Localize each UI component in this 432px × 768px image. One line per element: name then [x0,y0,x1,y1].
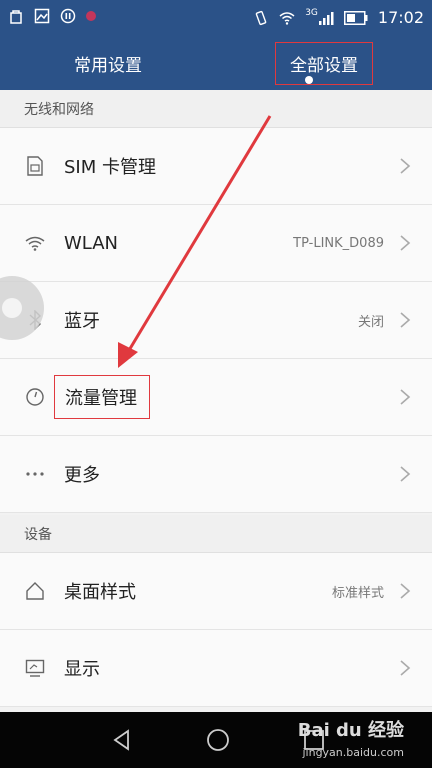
settings-item-label: 桌面样式 [64,582,136,603]
settings-item-wlan[interactable]: WLAN TP-LINK_D089 [0,205,432,282]
settings-tab-bar: 常用设置 全部设置 [0,36,432,90]
clock: 17:02 [377,8,424,27]
wifi-icon [24,232,46,254]
battery-icon [343,10,368,25]
active-tab-indicator [305,76,313,84]
back-icon[interactable] [108,726,136,754]
watermark-url: jingyan.baidu.com [302,746,404,759]
tab-all-settings[interactable]: 全部设置 [216,36,432,90]
settings-item-more[interactable]: 更多 [0,436,432,513]
watermark-text: Bai du 经验 [297,720,404,741]
data-gauge-icon [24,386,46,408]
section-header-device: 设备 [0,515,432,553]
tab-all-settings-label: 全部设置 [275,41,373,85]
tab-common-settings[interactable]: 常用设置 [0,36,216,90]
signal-icon [318,11,334,25]
chevron-right-icon [400,235,411,251]
chevron-right-icon [400,583,411,599]
settings-item-label: 显示 [64,659,100,680]
chevron-right-icon [400,660,411,676]
section-header-wireless: 无线和网络 [0,90,432,128]
settings-item-home-style[interactable]: 桌面样式 标准样式 [0,553,432,630]
settings-item-label: WLAN [64,232,119,254]
chevron-right-icon [400,158,411,174]
display-icon [24,657,46,679]
more-icon [24,463,46,485]
settings-item-label: SIM 卡管理 [64,157,156,178]
sim-icon [24,155,46,177]
chevron-right-icon [400,466,411,482]
tab-common-settings-label: 常用设置 [74,55,142,76]
settings-item-value: 关闭 [357,314,384,330]
settings-item-display[interactable]: 显示 [0,630,432,707]
settings-item-value: 标准样式 [331,585,384,601]
chevron-right-icon [400,389,411,405]
settings-item-label: 更多 [64,465,100,486]
settings-item-bluetooth[interactable]: 蓝牙 关闭 [0,282,432,359]
bag-icon [10,10,22,24]
home-button-icon[interactable] [204,726,232,754]
network-type-label: 3G [305,7,318,18]
image-icon [34,8,50,24]
settings-item-label: 蓝牙 [64,311,100,332]
status-bar: 3G 17:02 [0,0,432,36]
settings-item-value: TP-LINK_D089 [293,235,384,251]
wifi-icon [279,11,295,25]
chevron-right-icon [400,312,411,328]
record-dot-icon [86,11,96,21]
vibrate-icon [255,10,267,25]
pause-icon [60,8,76,24]
settings-item-sim[interactable]: SIM 卡管理 [0,128,432,205]
settings-item-data-usage[interactable]: 流量管理 [0,359,432,436]
home-icon [24,580,46,602]
settings-item-label: 流量管理 [54,375,150,419]
